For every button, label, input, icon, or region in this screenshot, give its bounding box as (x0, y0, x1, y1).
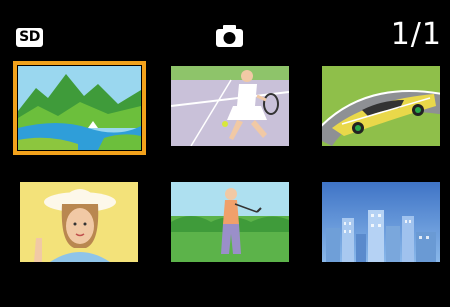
thumbnail-golfer[interactable] (171, 182, 289, 262)
thumbnail-car[interactable] (322, 66, 440, 146)
tennis-image (171, 66, 289, 146)
golfer-image (171, 182, 289, 262)
city-image (322, 182, 440, 262)
thumbnail-tennis[interactable] (171, 66, 289, 146)
landscape-image (18, 66, 141, 150)
thumbnail-city[interactable] (322, 182, 440, 262)
thumbnail-portrait[interactable] (20, 182, 138, 262)
playback-screen: SD 1/1 (0, 0, 450, 307)
portrait-image (20, 182, 138, 262)
thumbnail-landscape[interactable] (13, 61, 146, 155)
car-image (322, 66, 440, 146)
sd-card-icon: SD (16, 28, 43, 47)
page-counter: 1/1 (390, 17, 442, 52)
camera-icon (216, 25, 243, 47)
